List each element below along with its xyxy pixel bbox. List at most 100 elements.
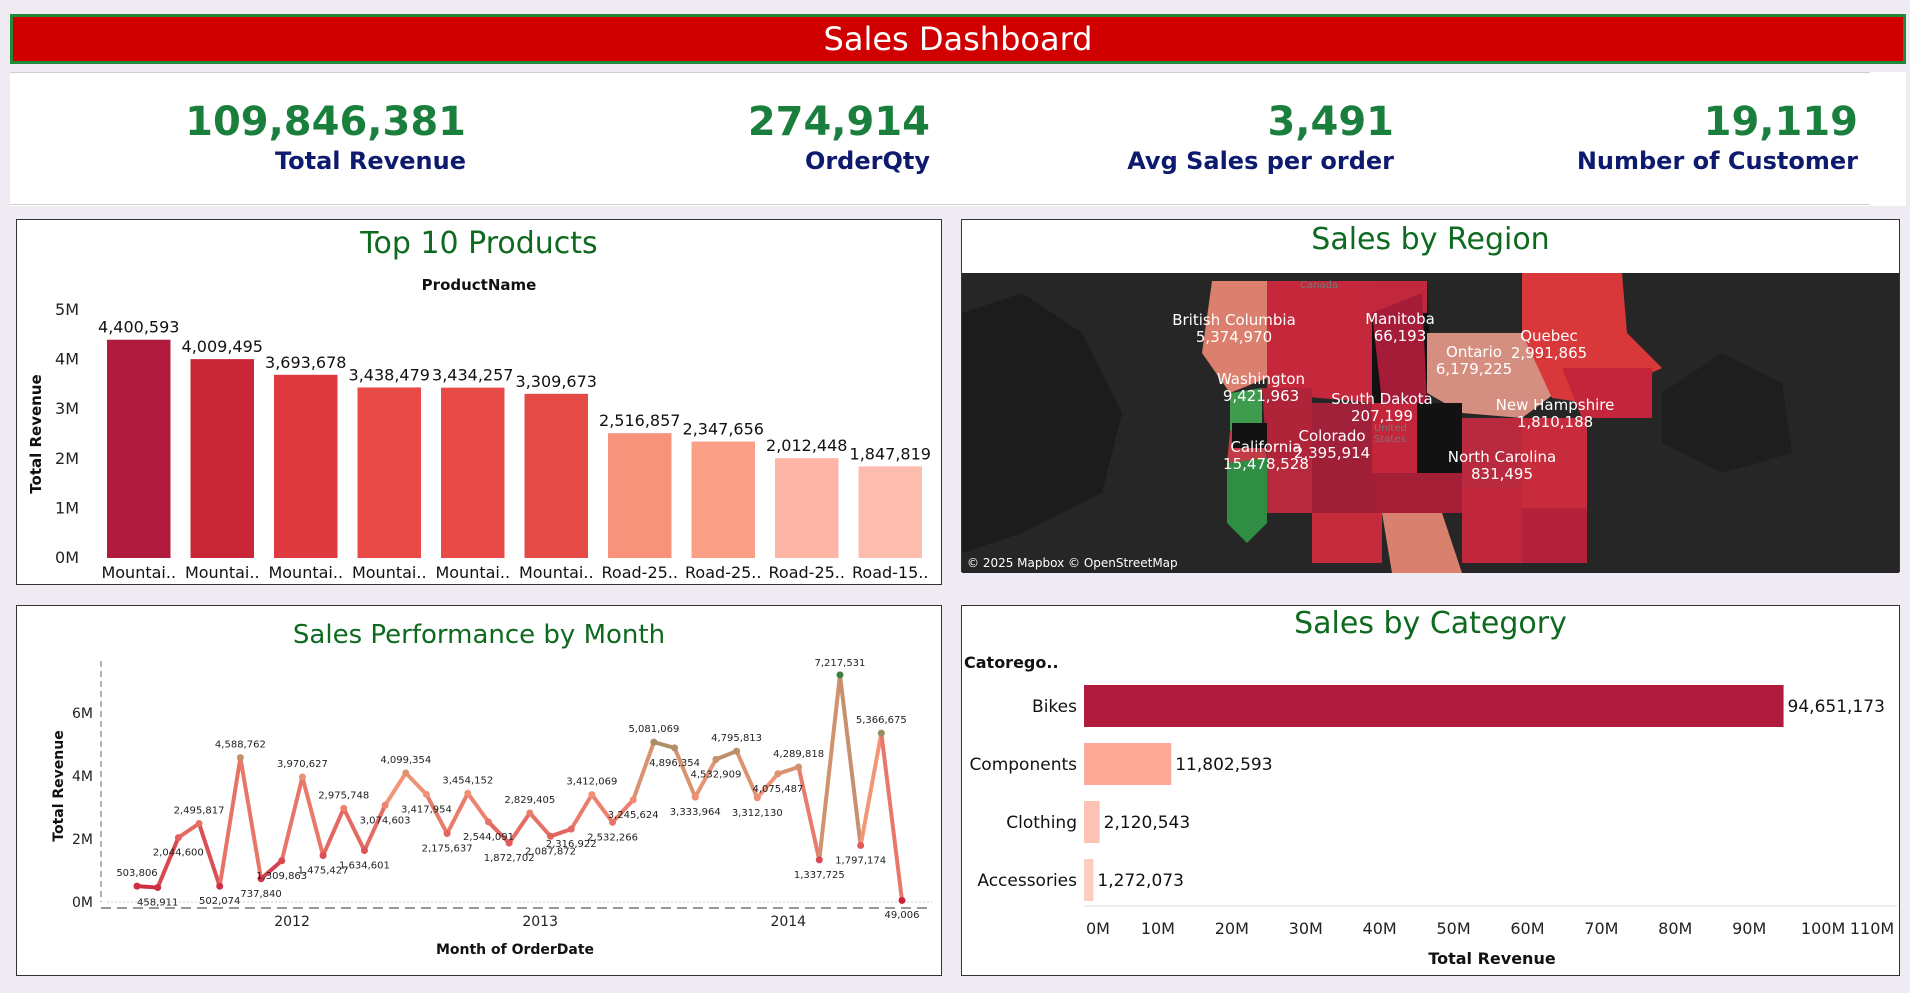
line-chart-segment: [321, 806, 346, 858]
category-chart-xtick: 110M: [1850, 919, 1894, 938]
label-south-dakota-value: 207,199: [1351, 407, 1413, 425]
category-chart-data-label: 1,272,073: [1097, 871, 1184, 891]
label-manitoba-value: 66,193: [1374, 327, 1427, 345]
line-chart-point: [857, 841, 865, 849]
line-chart-data-label: 3,312,130: [732, 808, 783, 819]
line-chart-data-label: 3,417,954: [401, 804, 452, 815]
line-chart-data-label: 5,366,675: [856, 715, 907, 726]
line-chart-ytick: 6M: [72, 706, 93, 722]
category-chart-subtitle: Catorego..: [964, 653, 1059, 672]
line-chart-data-label: 3,333,964: [670, 807, 721, 818]
kpi-order-qty: 274,914 OrderQty: [748, 100, 930, 178]
bar-chart-xtick: Road-25..: [685, 563, 761, 582]
line-chart-xlabel: Month of OrderDate: [436, 942, 594, 958]
region-south[interactable]: [1462, 488, 1522, 563]
line-chart-point: [278, 857, 286, 865]
label-new-hampshire-name: New Hampshire: [1496, 396, 1615, 414]
region-arizona[interactable]: [1312, 513, 1382, 563]
line-chart-ytick: 0M: [72, 895, 93, 911]
line-chart-data-label: 4,289,818: [773, 749, 824, 760]
line-chart-point: [319, 852, 327, 860]
line-chart-ylabel: Total Revenue: [51, 730, 67, 841]
line-chart-data-label: 737,840: [240, 889, 281, 900]
line-chart-data-label: 4,795,813: [711, 733, 762, 744]
label-quebec-name: Quebec: [1520, 327, 1578, 345]
map-label-canada: Canada: [1300, 280, 1338, 291]
label-manitoba-name: Manitoba: [1365, 310, 1435, 328]
line-chart-point: [753, 794, 761, 802]
kpi-value: 274,914: [747, 99, 930, 145]
line-chart-point: [650, 738, 658, 746]
line-chart-segment: [403, 771, 429, 797]
region-kansas[interactable]: [1372, 473, 1462, 513]
label-washington-name: Washington: [1217, 370, 1305, 388]
line-chart-data-label: 1,337,725: [794, 870, 845, 881]
bar-chart-bar: [775, 458, 839, 558]
line-chart-point: [195, 819, 203, 827]
line-chart-point: [360, 847, 368, 855]
category-chart-xtick: 80M: [1658, 919, 1692, 938]
line-chart-point: [691, 793, 699, 801]
line-chart-point: [133, 882, 141, 890]
label-ontario-value: 6,179,225: [1436, 360, 1512, 378]
category-chart-xtick: 90M: [1732, 919, 1766, 938]
bar-chart-subtitle: ProductName: [422, 276, 537, 294]
line-chart-point: [733, 747, 741, 755]
kpi-divider-top: [10, 72, 1870, 73]
region-minnesota[interactable]: [1417, 403, 1462, 483]
line-chart-data-label: 4,099,354: [380, 755, 431, 766]
label-ontario-name: Ontario: [1446, 343, 1502, 361]
bar-chart-ytick: 3M: [55, 399, 79, 418]
category-chart-ytick: Components: [969, 755, 1077, 775]
line-chart-data-label: 3,412,069: [566, 777, 617, 788]
line-chart-segment: [362, 803, 388, 853]
label-british-columbia-name: British Columbia: [1172, 311, 1296, 329]
line-chart-xtick: 2013: [522, 914, 558, 930]
line-chart-segment: [279, 775, 305, 863]
line-chart-segment: [796, 765, 822, 862]
kpi-total-revenue: 109,846,381 Total Revenue: [185, 100, 466, 178]
top-products-chart: ProductName Total Revenue 0M 1M 2M 3M 4M 5M 4,40…: [27, 276, 931, 582]
category-chart-xtick: 100M: [1801, 919, 1845, 938]
category-chart-xtick: 60M: [1510, 919, 1544, 938]
category-chart-ytick: Accessories: [977, 871, 1077, 891]
line-chart-point: [567, 825, 575, 833]
kpi-label: Number of Customer: [1576, 147, 1858, 175]
kpi-value: 109,846,381: [185, 99, 466, 145]
category-chart-xtick: 70M: [1584, 919, 1618, 938]
line-chart-ytick: 2M: [72, 832, 93, 848]
region-map[interactable]: Canada United States British Columbia 5,…: [962, 273, 1899, 573]
bar-chart-bar: [274, 374, 338, 558]
line-chart-data-label: 4,588,762: [215, 740, 266, 751]
category-chart-xtick: 20M: [1215, 919, 1249, 938]
line-chart-point: [340, 804, 348, 812]
line-chart-segment: [879, 731, 904, 903]
line-chart-segment: [817, 672, 842, 862]
bar-chart-data-label: 2,012,448: [766, 436, 847, 455]
line-chart-data-label: 458,911: [137, 898, 178, 909]
bar-chart-bar: [524, 393, 588, 558]
bar-chart-xtick: Mountai..: [185, 563, 260, 582]
bar-chart-data-label: 4,009,495: [182, 337, 263, 356]
kpi-label: Avg Sales per order: [1127, 147, 1394, 175]
line-chart-point: [505, 839, 513, 847]
kpi-customers: 19,119 Number of Customer: [1577, 100, 1858, 178]
map-attribution[interactable]: © 2025 Mapbox © OpenStreetMap: [967, 556, 1178, 570]
line-chart-point: [898, 896, 906, 904]
line-chart-ytick: 4M: [72, 769, 93, 785]
region-north-carolina[interactable]: [1522, 508, 1587, 563]
line-chart-xtick: 2014: [770, 914, 806, 930]
line-chart-data-label: 2,975,748: [318, 790, 369, 801]
line-chart-data-label: 7,217,531: [815, 658, 866, 669]
kpi-band: 109,846,381 Total Revenue 274,914 OrderQ…: [10, 72, 1906, 206]
kpi-value: 3,491: [1267, 99, 1394, 145]
monthly-panel: Sales Performance by Month Total Revenue…: [16, 605, 942, 976]
line-chart-segment: [155, 835, 181, 890]
line-chart-segment: [465, 791, 491, 824]
region-colorado[interactable]: [1312, 453, 1372, 513]
kpi-value: 19,119: [1703, 99, 1858, 145]
bar-chart-ytick: 2M: [55, 449, 79, 468]
category-chart-data-label: 11,802,593: [1175, 755, 1272, 775]
line-chart-point: [795, 763, 803, 771]
label-north-carolina-value: 831,495: [1471, 465, 1533, 483]
